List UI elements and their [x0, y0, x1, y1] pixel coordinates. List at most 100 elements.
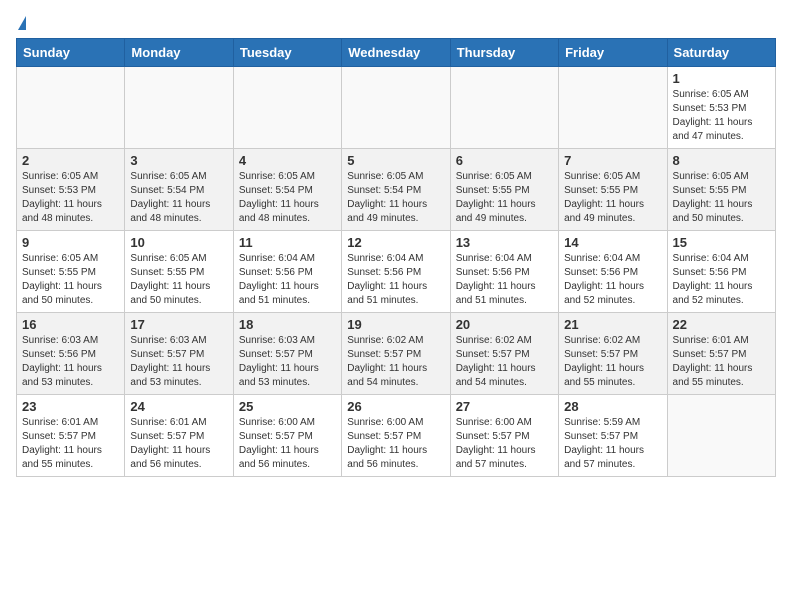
day-info: Sunrise: 6:01 AM Sunset: 5:57 PM Dayligh…: [22, 416, 119, 472]
day-number: 5: [347, 153, 444, 168]
day-info: Sunrise: 5:59 AM Sunset: 5:57 PM Dayligh…: [564, 416, 661, 472]
day-info: Sunrise: 6:02 AM Sunset: 5:57 PM Dayligh…: [347, 334, 444, 390]
calendar-day-cell: 23 Sunrise: 6:01 AM Sunset: 5:57 PM Dayli…: [17, 395, 125, 477]
day-number: 23: [22, 399, 119, 414]
day-number: 8: [673, 153, 770, 168]
column-header-wednesday: Wednesday: [342, 39, 450, 67]
day-number: 3: [130, 153, 227, 168]
day-number: 14: [564, 235, 661, 250]
day-info: Sunrise: 6:05 AM Sunset: 5:55 PM Dayligh…: [130, 252, 227, 308]
day-number: 12: [347, 235, 444, 250]
calendar-day-cell: 19 Sunrise: 6:02 AM Sunset: 5:57 PM Dayli…: [342, 313, 450, 395]
day-number: 19: [347, 317, 444, 332]
calendar-day-cell: [667, 395, 775, 477]
calendar-week-row: 16 Sunrise: 6:03 AM Sunset: 5:56 PM Dayli…: [17, 313, 776, 395]
day-info: Sunrise: 6:04 AM Sunset: 5:56 PM Dayligh…: [347, 252, 444, 308]
calendar-day-cell: 1Sunrise: 6:05 AM Sunset: 5:53 PM Daylig…: [667, 67, 775, 149]
day-number: 17: [130, 317, 227, 332]
day-info: Sunrise: 6:04 AM Sunset: 5:56 PM Dayligh…: [456, 252, 553, 308]
calendar-day-cell: 13 Sunrise: 6:04 AM Sunset: 5:56 PM Dayli…: [450, 231, 558, 313]
day-info: Sunrise: 6:05 AM Sunset: 5:53 PM Dayligh…: [673, 88, 770, 144]
calendar-week-row: 9 Sunrise: 6:05 AM Sunset: 5:55 PM Daylig…: [17, 231, 776, 313]
calendar-day-cell: 21 Sunrise: 6:02 AM Sunset: 5:57 PM Dayli…: [559, 313, 667, 395]
calendar-day-cell: 16 Sunrise: 6:03 AM Sunset: 5:56 PM Dayli…: [17, 313, 125, 395]
day-number: 9: [22, 235, 119, 250]
day-info: Sunrise: 6:04 AM Sunset: 5:56 PM Dayligh…: [564, 252, 661, 308]
calendar-day-cell: 15 Sunrise: 6:04 AM Sunset: 5:56 PM Dayli…: [667, 231, 775, 313]
calendar-day-cell: 14 Sunrise: 6:04 AM Sunset: 5:56 PM Dayli…: [559, 231, 667, 313]
day-number: 13: [456, 235, 553, 250]
calendar-day-cell: 18 Sunrise: 6:03 AM Sunset: 5:57 PM Dayli…: [233, 313, 341, 395]
calendar-day-cell: 3 Sunrise: 6:05 AM Sunset: 5:54 PM Daylig…: [125, 149, 233, 231]
calendar-day-cell: 9 Sunrise: 6:05 AM Sunset: 5:55 PM Daylig…: [17, 231, 125, 313]
day-info: Sunrise: 6:05 AM Sunset: 5:54 PM Dayligh…: [239, 170, 336, 226]
day-info: Sunrise: 6:04 AM Sunset: 5:56 PM Dayligh…: [673, 252, 770, 308]
calendar-day-cell: 20 Sunrise: 6:02 AM Sunset: 5:57 PM Dayli…: [450, 313, 558, 395]
calendar-day-cell: [17, 67, 125, 149]
day-number: 20: [456, 317, 553, 332]
day-info: Sunrise: 6:05 AM Sunset: 5:54 PM Dayligh…: [130, 170, 227, 226]
logo: [16, 16, 26, 30]
column-header-friday: Friday: [559, 39, 667, 67]
day-info: Sunrise: 6:05 AM Sunset: 5:55 PM Dayligh…: [22, 252, 119, 308]
day-info: Sunrise: 6:02 AM Sunset: 5:57 PM Dayligh…: [456, 334, 553, 390]
day-number: 11: [239, 235, 336, 250]
calendar-day-cell: 5 Sunrise: 6:05 AM Sunset: 5:54 PM Daylig…: [342, 149, 450, 231]
calendar-day-cell: [559, 67, 667, 149]
day-info: Sunrise: 6:02 AM Sunset: 5:57 PM Dayligh…: [564, 334, 661, 390]
calendar-day-cell: 27 Sunrise: 6:00 AM Sunset: 5:57 PM Dayli…: [450, 395, 558, 477]
day-info: Sunrise: 6:05 AM Sunset: 5:53 PM Dayligh…: [22, 170, 119, 226]
day-number: 27: [456, 399, 553, 414]
day-number: 26: [347, 399, 444, 414]
day-number: 6: [456, 153, 553, 168]
day-info: Sunrise: 6:03 AM Sunset: 5:57 PM Dayligh…: [239, 334, 336, 390]
day-number: 28: [564, 399, 661, 414]
calendar-day-cell: 22 Sunrise: 6:01 AM Sunset: 5:57 PM Dayli…: [667, 313, 775, 395]
calendar-day-cell: [233, 67, 341, 149]
calendar-day-cell: 25Sunrise: 6:00 AM Sunset: 5:57 PM Dayli…: [233, 395, 341, 477]
calendar-day-cell: 8Sunrise: 6:05 AM Sunset: 5:55 PM Daylig…: [667, 149, 775, 231]
day-info: Sunrise: 6:01 AM Sunset: 5:57 PM Dayligh…: [673, 334, 770, 390]
day-number: 2: [22, 153, 119, 168]
calendar-week-row: 23 Sunrise: 6:01 AM Sunset: 5:57 PM Dayli…: [17, 395, 776, 477]
calendar-day-cell: 10 Sunrise: 6:05 AM Sunset: 5:55 PM Dayli…: [125, 231, 233, 313]
calendar-day-cell: 28 Sunrise: 5:59 AM Sunset: 5:57 PM Dayli…: [559, 395, 667, 477]
column-header-sunday: Sunday: [17, 39, 125, 67]
day-info: Sunrise: 6:03 AM Sunset: 5:57 PM Dayligh…: [130, 334, 227, 390]
calendar-day-cell: 11 Sunrise: 6:04 AM Sunset: 5:56 PM Dayli…: [233, 231, 341, 313]
calendar-day-cell: 24Sunrise: 6:01 AM Sunset: 5:57 PM Dayli…: [125, 395, 233, 477]
calendar-week-row: 2 Sunrise: 6:05 AM Sunset: 5:53 PM Daylig…: [17, 149, 776, 231]
calendar-day-cell: 2 Sunrise: 6:05 AM Sunset: 5:53 PM Daylig…: [17, 149, 125, 231]
calendar-week-row: 1Sunrise: 6:05 AM Sunset: 5:53 PM Daylig…: [17, 67, 776, 149]
day-number: 16: [22, 317, 119, 332]
day-number: 4: [239, 153, 336, 168]
day-info: Sunrise: 6:05 AM Sunset: 5:54 PM Dayligh…: [347, 170, 444, 226]
day-info: Sunrise: 6:04 AM Sunset: 5:56 PM Dayligh…: [239, 252, 336, 308]
day-info: Sunrise: 6:03 AM Sunset: 5:56 PM Dayligh…: [22, 334, 119, 390]
day-info: Sunrise: 6:05 AM Sunset: 5:55 PM Dayligh…: [564, 170, 661, 226]
calendar-header-row: SundayMondayTuesdayWednesdayThursdayFrid…: [17, 39, 776, 67]
day-number: 18: [239, 317, 336, 332]
header: [16, 16, 776, 30]
calendar-day-cell: 17 Sunrise: 6:03 AM Sunset: 5:57 PM Dayli…: [125, 313, 233, 395]
day-number: 10: [130, 235, 227, 250]
day-info: Sunrise: 6:00 AM Sunset: 5:57 PM Dayligh…: [347, 416, 444, 472]
calendar-day-cell: [450, 67, 558, 149]
calendar-day-cell: [342, 67, 450, 149]
column-header-thursday: Thursday: [450, 39, 558, 67]
day-info: Sunrise: 6:00 AM Sunset: 5:57 PM Dayligh…: [456, 416, 553, 472]
calendar-day-cell: 6Sunrise: 6:05 AM Sunset: 5:55 PM Daylig…: [450, 149, 558, 231]
calendar-day-cell: 26 Sunrise: 6:00 AM Sunset: 5:57 PM Dayli…: [342, 395, 450, 477]
calendar-day-cell: [125, 67, 233, 149]
column-header-saturday: Saturday: [667, 39, 775, 67]
calendar-day-cell: 4 Sunrise: 6:05 AM Sunset: 5:54 PM Daylig…: [233, 149, 341, 231]
day-number: 22: [673, 317, 770, 332]
day-number: 21: [564, 317, 661, 332]
day-number: 25: [239, 399, 336, 414]
day-number: 24: [130, 399, 227, 414]
calendar-day-cell: 12 Sunrise: 6:04 AM Sunset: 5:56 PM Dayli…: [342, 231, 450, 313]
day-number: 15: [673, 235, 770, 250]
day-number: 7: [564, 153, 661, 168]
calendar-day-cell: 7 Sunrise: 6:05 AM Sunset: 5:55 PM Daylig…: [559, 149, 667, 231]
column-header-tuesday: Tuesday: [233, 39, 341, 67]
